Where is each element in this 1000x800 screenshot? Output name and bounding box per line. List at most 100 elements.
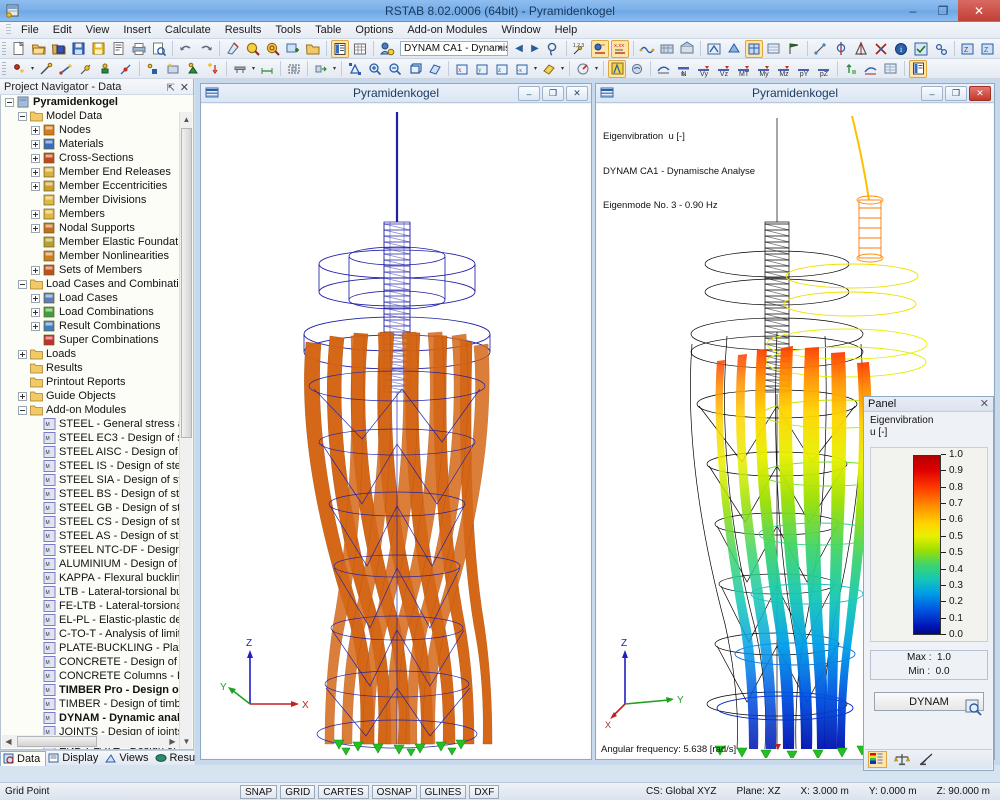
node-icon[interactable] (10, 60, 28, 78)
minimize-button[interactable]: – (898, 0, 928, 21)
deformation-icon[interactable] (862, 60, 880, 78)
status-flag-cartes[interactable]: CARTES (318, 785, 368, 799)
solid-render-icon[interactable] (725, 40, 743, 58)
tree-item-timber-design-of-timber[interactable]: MTIMBER - Design of timber (1, 697, 179, 711)
save-as-icon[interactable] (70, 40, 88, 58)
deformation-icon[interactable] (919, 752, 936, 767)
zoom-in-icon[interactable] (366, 60, 384, 78)
printout-icon[interactable] (909, 60, 927, 78)
scroll-down-icon[interactable]: ▼ (180, 734, 193, 749)
tree-item-steel-is-design-of-steel-m[interactable]: MSTEEL IS - Design of steel m (1, 459, 179, 473)
member-render-icon[interactable] (705, 40, 723, 58)
extrude-icon[interactable] (312, 60, 330, 78)
tree-item-steel-ec3-design-of-steel[interactable]: MSTEEL EC3 - Design of steel (1, 431, 179, 445)
tree-item-member-divisions[interactable]: Member Divisions (1, 193, 179, 207)
eigenmode-view-close[interactable]: ✕ (969, 86, 991, 101)
surface-load-icon[interactable] (285, 60, 303, 78)
results-info-icon[interactable] (378, 40, 396, 58)
grid-table-icon[interactable] (351, 40, 369, 58)
tree-toggle-icon[interactable] (31, 154, 40, 163)
tree-item-member-eccentricities[interactable]: Member Eccentricities (1, 179, 179, 193)
zoom-window-icon[interactable] (284, 40, 302, 58)
scroll-thumb-h[interactable] (17, 736, 97, 747)
view-xi-icon[interactable]: -x (513, 60, 531, 78)
tree-item-steel-bs-design-of-steel-r[interactable]: MSTEEL BS - Design of steel r (1, 487, 179, 501)
tree-horizontal-scrollbar[interactable]: ◀ ▶ (2, 735, 179, 748)
menu-view[interactable]: View (79, 22, 117, 39)
previous-load-case-button[interactable]: ◀ (511, 40, 527, 58)
scroll-left-icon[interactable]: ◀ (2, 735, 15, 748)
factors-icon[interactable] (894, 752, 911, 767)
result-table-icon[interactable] (882, 60, 900, 78)
tree-item-printout-reports[interactable]: Printout Reports (1, 375, 179, 389)
print-preview-icon[interactable] (150, 40, 168, 58)
search-icon[interactable] (544, 40, 562, 58)
toolbar-grip[interactable] (2, 62, 6, 76)
model-view-close[interactable]: ✕ (566, 86, 588, 101)
result-pY-icon[interactable]: pY (795, 60, 813, 78)
menubar-grip[interactable] (6, 24, 11, 36)
tree-item-plate-buckling-plate-b[interactable]: MPLATE-BUCKLING - Plate b (1, 641, 179, 655)
status-flag-glines[interactable]: GLINES (420, 785, 467, 799)
settings-icon[interactable] (932, 40, 950, 58)
toolbar-grip[interactable] (2, 42, 6, 56)
chevron-down-icon[interactable]: ▾ (532, 60, 539, 78)
tree-vertical-scrollbar[interactable]: ▲ ▼ (179, 112, 192, 749)
nodes-render-icon[interactable] (678, 40, 696, 58)
tree-item-steel-gb-design-of-steel[interactable]: MSTEEL GB - Design of steel (1, 501, 179, 515)
menu-options[interactable]: Options (348, 22, 400, 39)
new-icon[interactable] (10, 40, 28, 58)
tree-toggle-icon[interactable] (31, 266, 40, 275)
check-icon[interactable] (912, 40, 930, 58)
result-Vz-icon[interactable]: Vz (715, 60, 733, 78)
tree-toggle-icon[interactable] (18, 350, 27, 359)
tree-toggle-icon[interactable] (5, 98, 14, 107)
tree-toggle-icon[interactable] (31, 308, 40, 317)
render-icon[interactable] (224, 40, 242, 58)
load-case-select[interactable]: DYNAM CA1 - Dynamis ▼ (400, 41, 508, 56)
zoom-out-icon[interactable] (386, 60, 404, 78)
tree-item-loads[interactable]: Loads (1, 347, 179, 361)
perspective-icon[interactable] (426, 60, 444, 78)
tree-toggle-icon[interactable] (31, 210, 40, 219)
table-render-icon[interactable] (745, 40, 763, 58)
deform-icon[interactable] (655, 60, 673, 78)
support-icon[interactable] (97, 60, 115, 78)
tree-toggle-icon[interactable] (31, 322, 40, 331)
menu-window[interactable]: Window (494, 22, 547, 39)
tree-item-ltb-lateral-torsional-buckl[interactable]: MLTB - Lateral-torsional buckl (1, 585, 179, 599)
results-panel[interactable]: Panel ✕ Eigenvibration u [-] 1.00.90.80.… (863, 396, 994, 771)
dim-icon[interactable] (258, 60, 276, 78)
tree-item-load-combinations[interactable]: Load Combinations (1, 305, 179, 319)
model-view-maximize[interactable]: ❐ (542, 86, 564, 101)
tree-item-sets-of-members[interactable]: Sets of Members (1, 263, 179, 277)
view-z-icon[interactable]: z (493, 60, 511, 78)
view-z2-icon[interactable]: Z (979, 40, 997, 58)
line-icon[interactable] (37, 60, 55, 78)
menu-results[interactable]: Results (218, 22, 269, 39)
tree-item-super-combinations[interactable]: Super Combinations (1, 333, 179, 347)
tree-item-steel-as-design-of-steel[interactable]: MSTEEL AS - Design of steel (1, 529, 179, 543)
model-view-minimize[interactable]: – (518, 86, 540, 101)
menu-file[interactable]: File (14, 22, 46, 39)
tree-toggle-icon[interactable] (31, 182, 40, 191)
tree-item-steel-general-stress-analysis[interactable]: MSTEEL - General stress analysis (1, 417, 179, 431)
result-MT-icon[interactable]: MT (735, 60, 753, 78)
tree-item-add-on-modules[interactable]: Add-on Modules (1, 403, 179, 417)
photo-icon[interactable] (628, 60, 646, 78)
node2-icon[interactable] (144, 60, 162, 78)
loads-show-icon[interactable] (591, 40, 609, 58)
chevron-down-icon[interactable]: ▼ (494, 42, 506, 55)
scroll-thumb[interactable] (181, 128, 192, 438)
tab-display[interactable]: Display (46, 751, 103, 766)
section-icon[interactable] (77, 60, 95, 78)
tree-item-result-combinations[interactable]: Result Combinations (1, 319, 179, 333)
render-mode-icon[interactable] (608, 60, 626, 78)
tree-item-load-cases[interactable]: Load Cases (1, 291, 179, 305)
surfaces-icon[interactable] (638, 40, 656, 58)
support-reaction-icon[interactable] (842, 60, 860, 78)
menu-help[interactable]: Help (548, 22, 585, 39)
model-view-window[interactable]: Pyramidenkogel – ❐ ✕ (200, 83, 592, 760)
view-y-icon[interactable]: y (473, 60, 491, 78)
model-view-canvas[interactable]: Z X Y (202, 104, 590, 758)
